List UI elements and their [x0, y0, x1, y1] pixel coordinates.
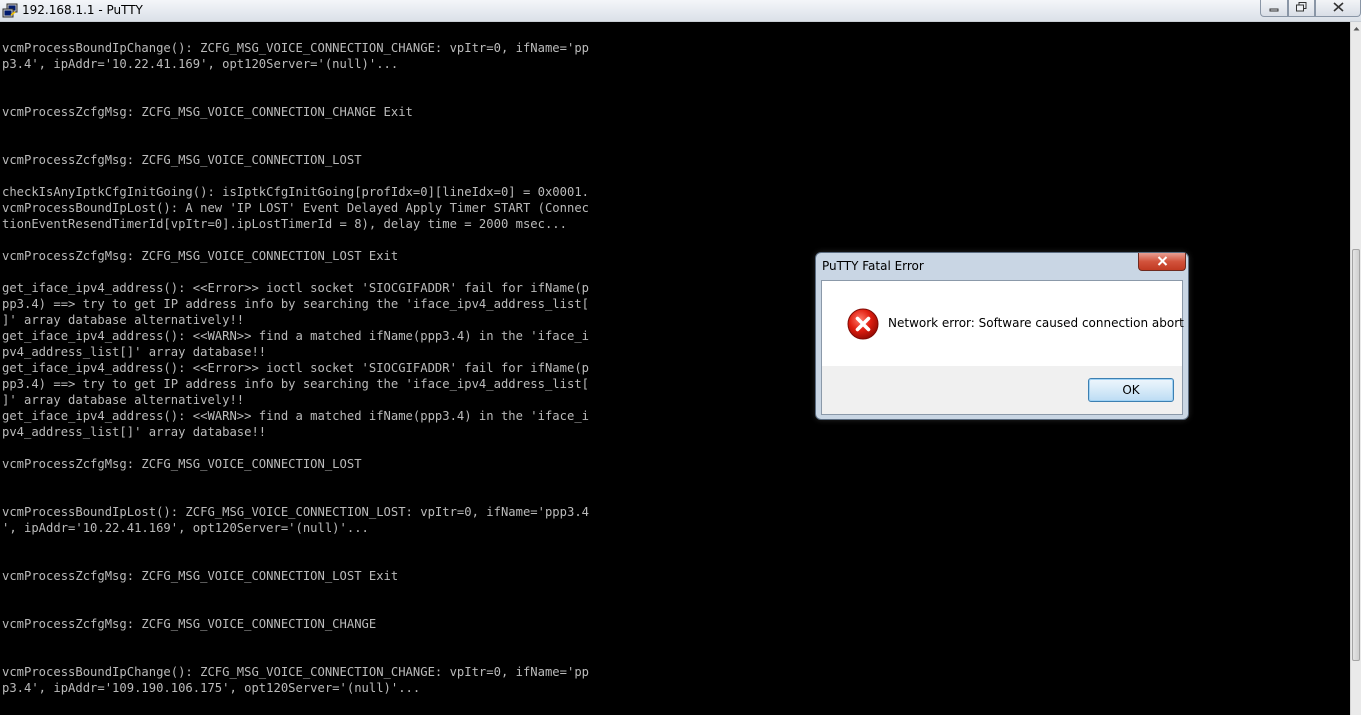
terminal-line: pv4_address_list[]' array database!! — [2, 345, 267, 359]
close-icon — [1332, 0, 1344, 17]
terminal-line: get_iface_ipv4_address(): <<Error>> ioct… — [2, 281, 589, 295]
minimize-button[interactable] — [1260, 0, 1288, 17]
terminal-line: get_iface_ipv4_address(): <<WARN>> find … — [2, 409, 589, 423]
putty-icon[interactable] — [2, 3, 18, 19]
terminal-output: vcmProcessBoundIpChange(): ZCFG_MSG_VOIC… — [2, 40, 589, 696]
terminal-line: ]' array database alternatively!! — [2, 313, 245, 327]
terminal-line: vcmProcessZcfgMsg: ZCFG_MSG_VOICE_CONNEC… — [2, 249, 399, 263]
dialog-close-button[interactable] — [1138, 253, 1186, 271]
terminal-line: ', ipAddr='10.22.41.169', opt120Server='… — [2, 521, 369, 535]
minimize-icon — [1269, 0, 1279, 17]
terminal-line: vcmProcessBoundIpChange(): ZCFG_MSG_VOIC… — [2, 665, 589, 679]
terminal-line: get_iface_ipv4_address(): <<WARN>> find … — [2, 329, 589, 343]
terminal-line: checkIsAnyIptkCfgInitGoing(): isIptkCfgI… — [2, 185, 589, 199]
terminal-line: pp3.4) ==> try to get IP address info by… — [2, 377, 589, 391]
terminal-line: vcmProcessZcfgMsg: ZCFG_MSG_VOICE_CONNEC… — [2, 457, 362, 471]
vertical-scrollbar[interactable] — [1350, 22, 1361, 715]
terminal-line: vcmProcessBoundIpChange(): ZCFG_MSG_VOIC… — [2, 41, 589, 55]
dialog-content: Network error: Software caused connectio… — [822, 281, 1184, 366]
close-button[interactable] — [1315, 0, 1361, 17]
window-title: 192.168.1.1 - PuTTY — [22, 3, 143, 17]
terminal-line: vcmProcessBoundIpLost(): ZCFG_MSG_VOICE_… — [2, 505, 589, 519]
terminal-line: vcmProcessZcfgMsg: ZCFG_MSG_VOICE_CONNEC… — [2, 569, 399, 583]
terminal-line: get_iface_ipv4_address(): <<Error>> ioct… — [2, 361, 589, 375]
maximize-icon — [1296, 0, 1307, 17]
scroll-up-arrow-icon[interactable] — [1351, 22, 1361, 34]
terminal-line: pp3.4) ==> try to get IP address info by… — [2, 297, 589, 311]
terminal-line: tionEventResendTimerId[vpItr=0].ipLostTi… — [2, 217, 567, 231]
maximize-button[interactable] — [1288, 0, 1315, 17]
terminal-line: p3.4', ipAddr='109.190.106.175', opt120S… — [2, 681, 421, 695]
error-icon — [847, 308, 879, 340]
ok-button[interactable]: OK — [1088, 378, 1174, 402]
window-titlebar[interactable]: 192.168.1.1 - PuTTY — [0, 0, 1361, 22]
terminal-line: vcmProcessZcfgMsg: ZCFG_MSG_VOICE_CONNEC… — [2, 105, 413, 119]
terminal-line: pv4_address_list[]' array database!! — [2, 425, 267, 439]
error-message: Network error: Software caused connectio… — [888, 316, 1184, 330]
fatal-error-dialog: PuTTY Fatal Error Network error: Softwar… — [815, 252, 1189, 420]
scrollbar-thumb[interactable] — [1352, 249, 1360, 661]
terminal-line: ]' array database alternatively!! — [2, 393, 245, 407]
dialog-title: PuTTY Fatal Error — [822, 259, 924, 273]
terminal-line: vcmProcessBoundIpLost(): A new 'IP LOST'… — [2, 201, 589, 215]
terminal-line: p3.4', ipAddr='10.22.41.169', opt120Serv… — [2, 57, 399, 71]
close-icon — [1157, 253, 1168, 271]
dialog-body: Network error: Software caused connectio… — [821, 280, 1184, 415]
terminal-line: vcmProcessZcfgMsg: ZCFG_MSG_VOICE_CONNEC… — [2, 153, 362, 167]
dialog-footer: OK — [822, 366, 1182, 414]
terminal-line: vcmProcessZcfgMsg: ZCFG_MSG_VOICE_CONNEC… — [2, 617, 377, 631]
